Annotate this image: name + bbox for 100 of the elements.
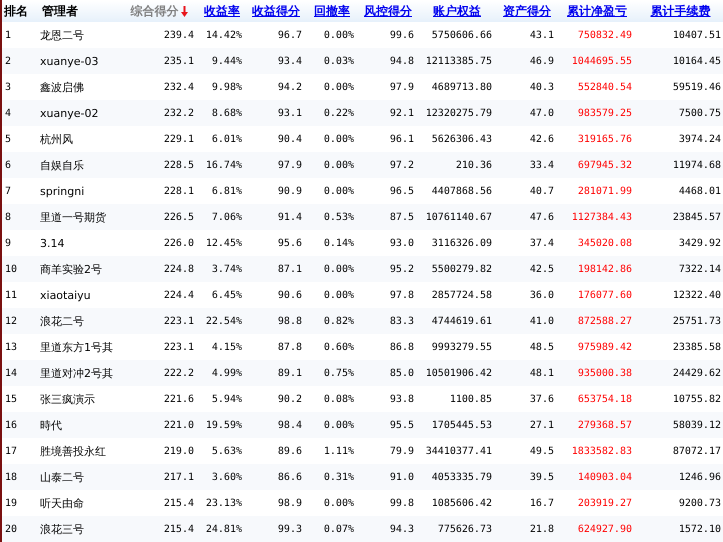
table-cell: 90.6	[278, 290, 302, 300]
table-cell: 0.00%	[324, 82, 354, 92]
column-header-link[interactable]: 账户权益	[433, 4, 481, 18]
column-header-link[interactable]: 收益率	[204, 4, 240, 18]
table-cell: 商羊实验2号	[40, 262, 102, 276]
table-cell: 935000.38	[578, 368, 632, 378]
table-cell: 7500.75	[678, 108, 721, 118]
table-cell: 16.7	[530, 498, 554, 508]
table-cell: 229.1	[164, 134, 194, 144]
table-cell: 27.1	[530, 420, 554, 430]
table-cell: 99.8	[390, 498, 414, 508]
table-cell: 龙恩二号	[40, 28, 84, 42]
table-cell: 775626.73	[438, 524, 492, 534]
table-cell: 12.45%	[206, 238, 242, 248]
table-cell: 1246.96	[678, 472, 721, 482]
table-cell: 张三疯演示	[40, 392, 95, 406]
table-cell: 鑫波启佛	[40, 80, 84, 94]
table-cell: 87072.17	[672, 446, 721, 456]
table-cell: 217.1	[164, 472, 194, 482]
table-cell: 听天由命	[40, 496, 84, 510]
column-header-link[interactable]: 风控得分	[364, 4, 412, 18]
column-header: 管理者	[42, 4, 78, 18]
table-cell: 223.1	[164, 316, 194, 326]
table-cell: 87.1	[278, 264, 302, 274]
table-cell: 14.42%	[206, 30, 242, 40]
table-cell: 232.4	[164, 82, 194, 92]
table-cell: 97.2	[390, 160, 414, 170]
table-cell: 0.07%	[324, 524, 354, 534]
table-cell: 5.63%	[212, 446, 242, 456]
table-cell: 自娱自乐	[40, 158, 84, 172]
table-cell: springni	[40, 184, 84, 198]
table-cell: 93.0	[390, 238, 414, 248]
table-cell: 12322.40	[672, 290, 721, 300]
column-header-link[interactable]: 回撤率	[314, 4, 350, 18]
table-cell: 5500279.82	[432, 264, 492, 274]
table-cell: 0.14%	[324, 238, 354, 248]
table-cell: 22.54%	[206, 316, 242, 326]
table-cell: 1	[5, 30, 12, 40]
table-cell: 7.06%	[212, 212, 242, 222]
table-cell: 14	[5, 368, 18, 378]
table-cell: 96.1	[390, 134, 414, 144]
column-header-link[interactable]: 累计手续费	[650, 4, 710, 18]
table-cell: 浪花三号	[40, 522, 84, 536]
table-cell: 89.6	[278, 446, 302, 456]
table-cell: 2	[5, 56, 12, 66]
table-cell: 3.60%	[212, 472, 242, 482]
table-cell: 49.5	[530, 446, 554, 456]
table-cell: 96.5	[390, 186, 414, 196]
table-cell: 79.9	[390, 446, 414, 456]
table-cell: 1085606.42	[432, 498, 492, 508]
column-header-link[interactable]: 累计净盈亏	[567, 4, 627, 18]
table-cell: 9.44%	[212, 56, 242, 66]
table-cell: 山泰二号	[40, 470, 84, 484]
column-header-link[interactable]: 收益得分	[252, 4, 300, 18]
table-cell: 6.01%	[212, 134, 242, 144]
table-cell: 226.0	[164, 238, 194, 248]
table-cell: 胜境善投永红	[40, 444, 106, 458]
table-cell: 215.4	[164, 524, 194, 534]
table-cell: xiaotaiyu	[40, 288, 91, 302]
table-cell: 93.4	[278, 56, 302, 66]
table-cell: 91.0	[390, 472, 414, 482]
column-header-link[interactable]: 资产得分	[503, 4, 551, 18]
table-cell: 87.5	[390, 212, 414, 222]
table-cell: 228.5	[164, 160, 194, 170]
table-cell: 0.82%	[324, 316, 354, 326]
table-cell: 97.8	[390, 290, 414, 300]
table-cell: 653754.18	[578, 394, 632, 404]
table-cell: 95.6	[278, 238, 302, 248]
table-cell: 40.3	[530, 82, 554, 92]
table-cell: 96.7	[278, 30, 302, 40]
table-cell: 11	[5, 290, 18, 300]
table-cell: 6.45%	[212, 290, 242, 300]
table-cell: 12	[5, 316, 18, 326]
table-cell: 872588.27	[578, 316, 632, 326]
table-cell: 232.2	[164, 108, 194, 118]
table-cell: 7322.14	[678, 264, 721, 274]
table-cell: 9200.73	[678, 498, 721, 508]
table-cell: 224.8	[164, 264, 194, 274]
table-cell: 552840.54	[578, 82, 632, 92]
table-cell: 里道对冲2号其	[40, 366, 113, 380]
table-cell: 89.1	[278, 368, 302, 378]
table-cell: 34410377.41	[426, 446, 492, 456]
table-cell: 97.9	[390, 82, 414, 92]
table-cell: 40.7	[530, 186, 554, 196]
table-cell: 4744619.61	[432, 316, 492, 326]
table-cell: 83.3	[390, 316, 414, 326]
table-cell: 198142.86	[578, 264, 632, 274]
table-cell: 228.1	[164, 186, 194, 196]
column-header[interactable]: 综合得分	[130, 2, 188, 20]
table-cell: 215.4	[164, 498, 194, 508]
table-cell: 0.00%	[324, 264, 354, 274]
table-cell: 47.0	[530, 108, 554, 118]
table-cell: 0.31%	[324, 472, 354, 482]
table-cell: 86.6	[278, 472, 302, 482]
table-cell: 21.8	[530, 524, 554, 534]
table-cell: 1044695.55	[572, 56, 632, 66]
table-cell: 47.6	[530, 212, 554, 222]
table-cell: 3	[5, 82, 12, 92]
table-cell: 281071.99	[578, 186, 632, 196]
table-cell: 36.0	[530, 290, 554, 300]
